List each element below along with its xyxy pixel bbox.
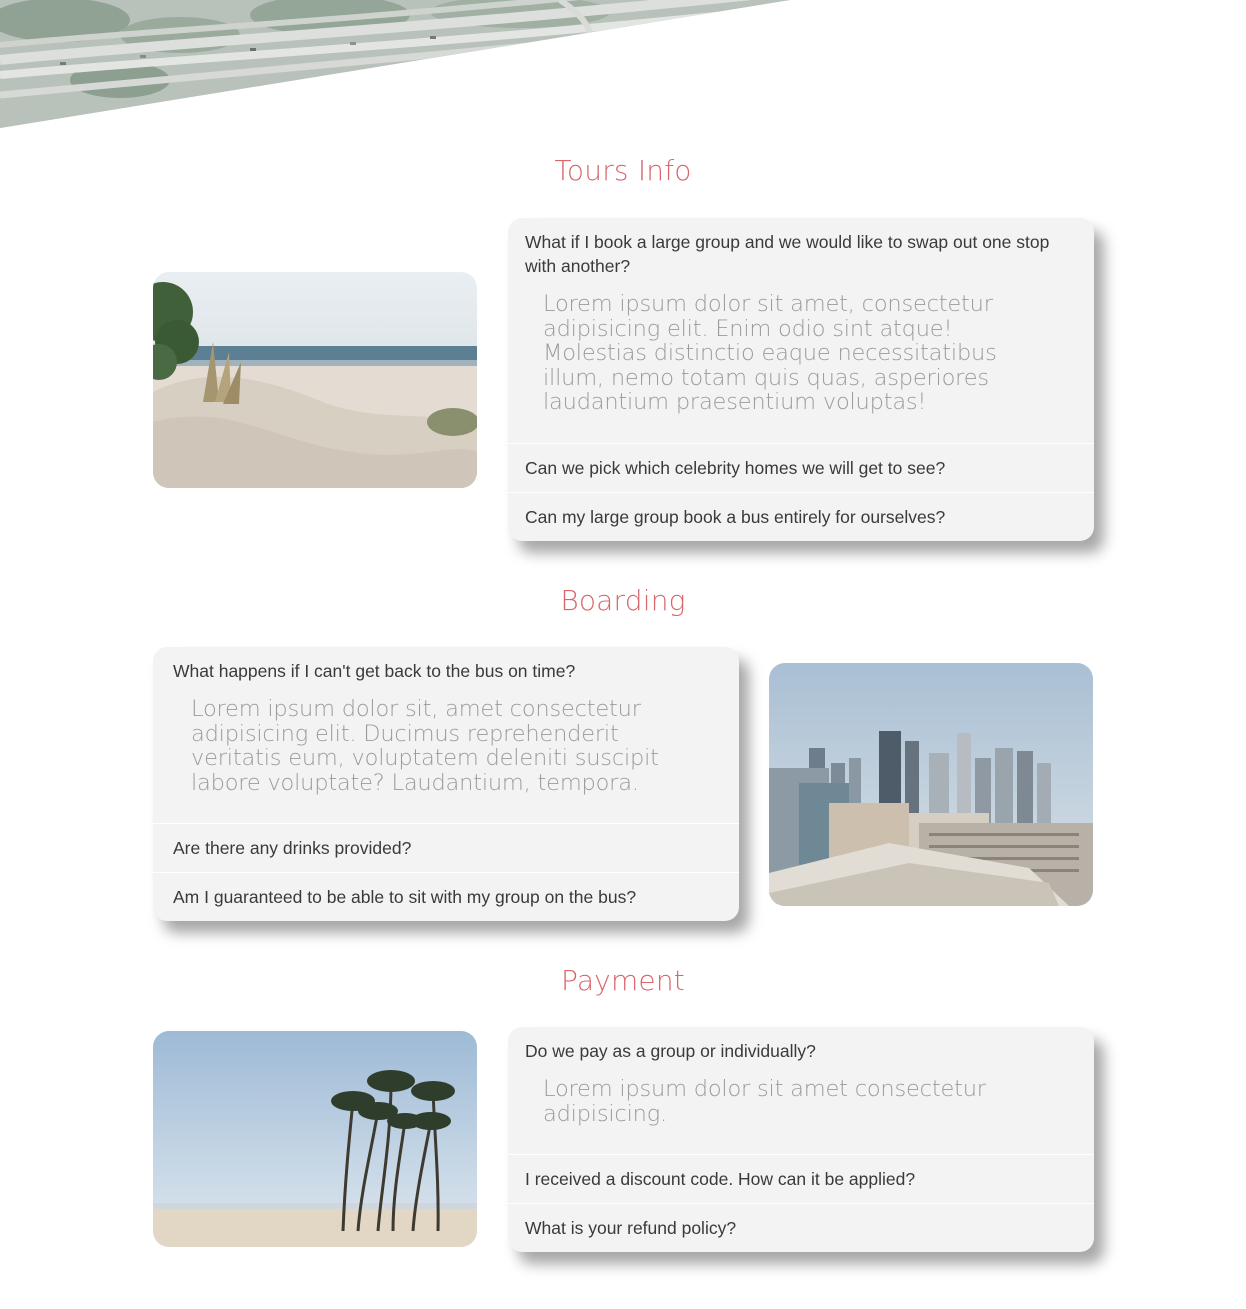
faq-answer: Lorem ipsum dolor sit amet consectetur a… [543, 1076, 986, 1127]
hero-city-photo [0, 0, 790, 128]
faq-answer: Lorem ipsum dolor sit amet, consectetur … [543, 291, 997, 415]
faq-item: What happens if I can't get back to the … [153, 647, 739, 823]
section-title-payment: Payment [561, 964, 685, 997]
faq-item: Am I guaranteed to be able to sit with m… [153, 872, 739, 921]
section-title-boarding: Boarding [560, 584, 686, 617]
palm-trees-photo [153, 1031, 477, 1247]
faq-question[interactable]: What is your refund policy? [508, 1204, 1094, 1252]
faq-item: Can we pick which celebrity homes we wil… [508, 442, 1094, 492]
faq-item: Do we pay as a group or individually? Lo… [508, 1027, 1094, 1154]
faq-accordion-tours-info: What if I book a large group and we woul… [508, 218, 1094, 541]
faq-question[interactable]: I received a discount code. How can it b… [508, 1155, 1094, 1203]
faq-item: Are there any drinks provided? [153, 823, 739, 872]
faq-item: I received a discount code. How can it b… [508, 1154, 1094, 1203]
faq-accordion-payment: Do we pay as a group or individually? Lo… [508, 1027, 1094, 1252]
faq-question[interactable]: Are there any drinks provided? [153, 824, 739, 872]
faq-item: What if I book a large group and we woul… [508, 218, 1094, 443]
faq-question[interactable]: What happens if I can't get back to the … [153, 647, 739, 695]
beach-dunes-photo [153, 272, 477, 488]
faq-question[interactable]: Can my large group book a bus entirely f… [508, 493, 1094, 541]
faq-accordion-boarding: What happens if I can't get back to the … [153, 647, 739, 921]
faq-question[interactable]: What if I book a large group and we woul… [508, 218, 1094, 290]
faq-item: What is your refund policy? [508, 1203, 1094, 1252]
faq-answer: Lorem ipsum dolor sit, amet consectetur … [191, 696, 659, 796]
faq-question[interactable]: Am I guaranteed to be able to sit with m… [153, 873, 739, 921]
faq-question[interactable]: Do we pay as a group or individually? [508, 1027, 1094, 1075]
faq-item: Can my large group book a bus entirely f… [508, 491, 1094, 541]
faq-question[interactable]: Can we pick which celebrity homes we wil… [508, 444, 1094, 492]
section-title-tours-info: Tours Info [554, 154, 692, 187]
city-skyline-photo [769, 663, 1093, 906]
